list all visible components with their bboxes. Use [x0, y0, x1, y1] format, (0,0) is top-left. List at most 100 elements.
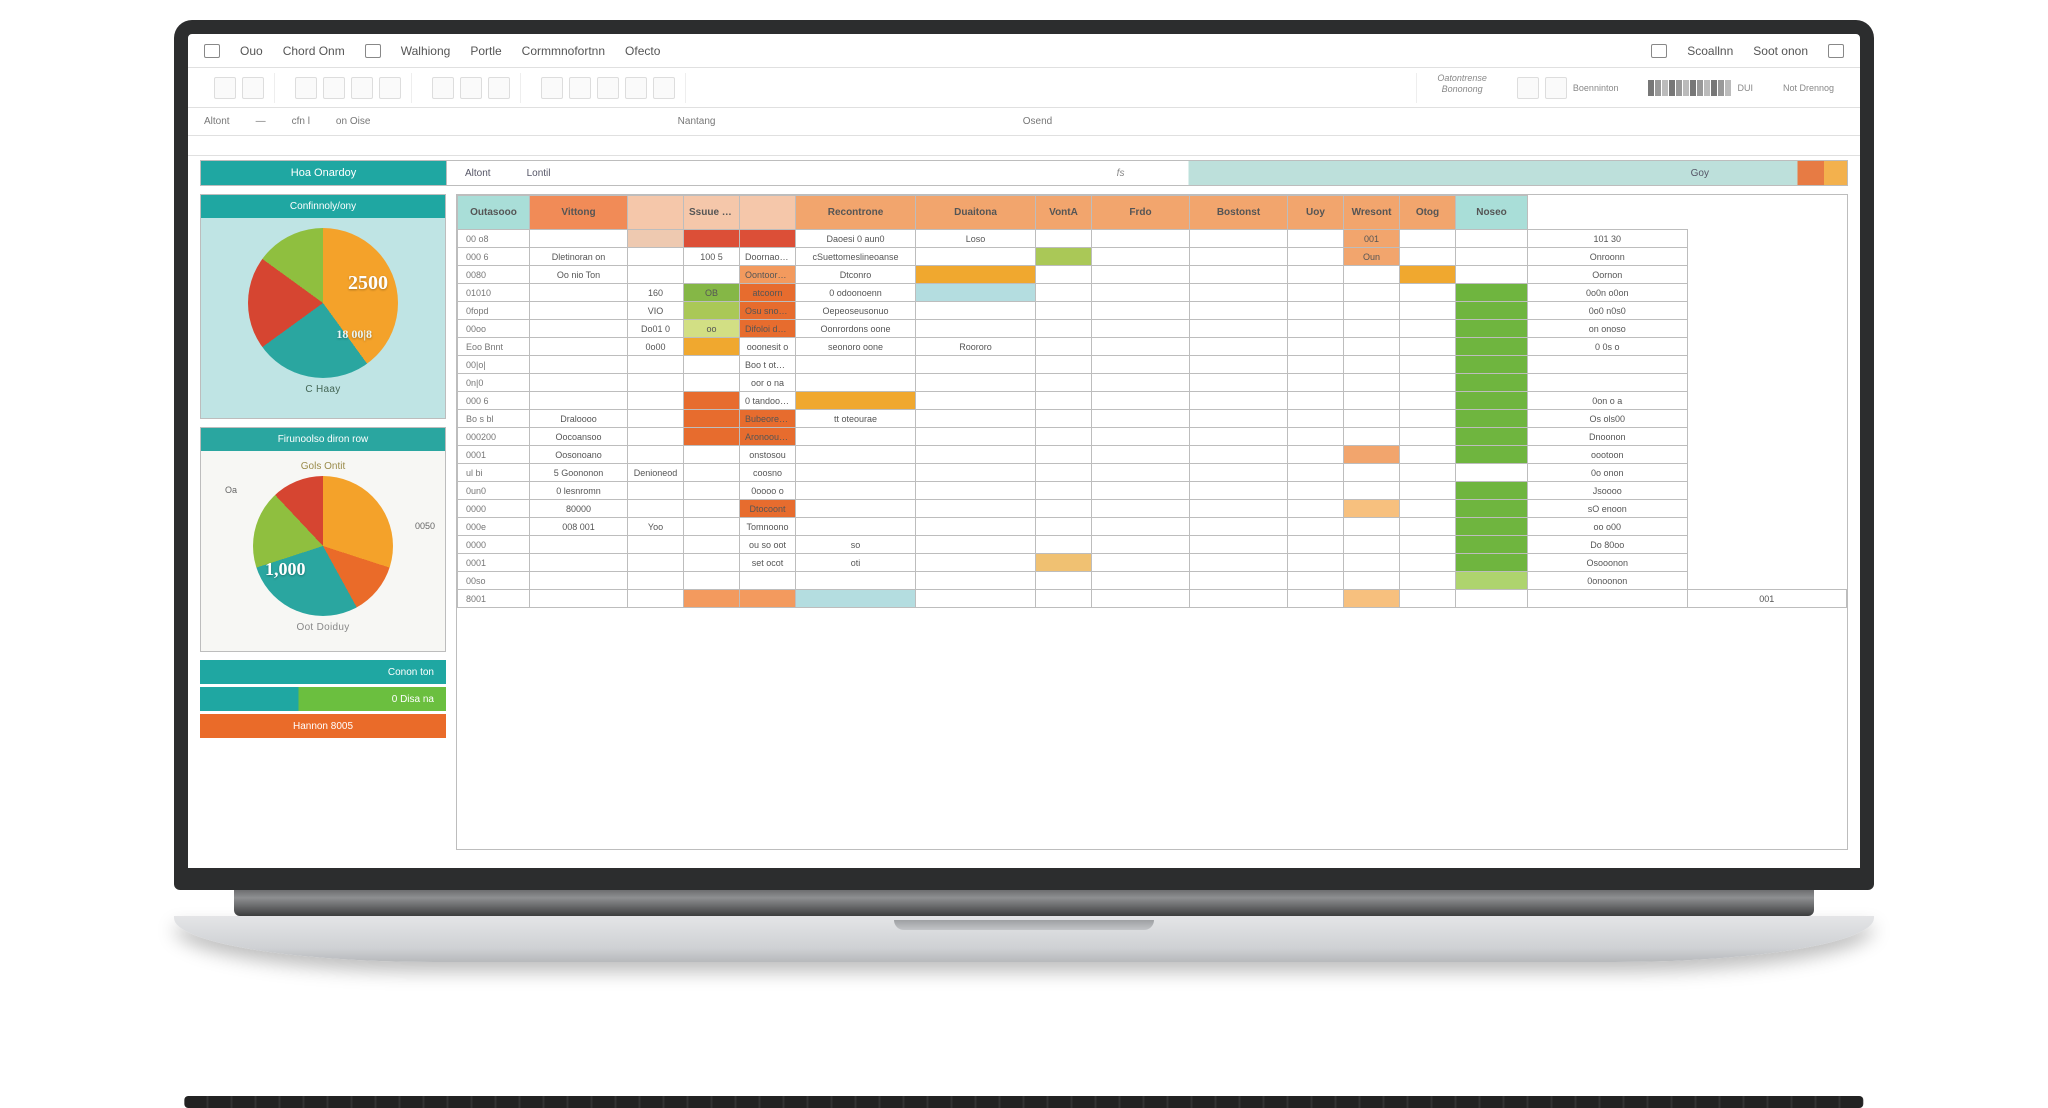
cell[interactable]	[628, 248, 684, 266]
table-row[interactable]: 8001001	[458, 590, 1847, 608]
data-table[interactable]: OutasoooVittongSsuue OultonueRecontroneD…	[456, 194, 1848, 850]
legend-button[interactable]: Hannon 8005	[200, 714, 446, 738]
menu-item[interactable]: Portle	[470, 44, 501, 58]
cell[interactable]	[684, 536, 740, 554]
cell[interactable]: Oepeoseusonuo	[796, 302, 916, 320]
cell[interactable]	[1400, 536, 1456, 554]
cell[interactable]	[684, 302, 740, 320]
cell[interactable]	[1036, 590, 1092, 608]
table-row[interactable]: 0080Oo nio TonOontoorunoaDtconroOornon	[458, 266, 1847, 284]
cell[interactable]	[1036, 392, 1092, 410]
ribbon-tab[interactable]: Altont	[204, 116, 230, 127]
cell[interactable]: Oontoorunoa	[740, 266, 796, 284]
num-button[interactable]	[625, 77, 647, 99]
cell[interactable]	[1092, 410, 1190, 428]
cell[interactable]	[628, 392, 684, 410]
cell[interactable]	[916, 266, 1036, 284]
cell[interactable]: OB	[684, 284, 740, 302]
cell[interactable]	[628, 230, 684, 248]
cell[interactable]	[628, 410, 684, 428]
table-row[interactable]: 000 6Dletinoran on100 5DoornaosuaecSuett…	[458, 248, 1847, 266]
cell[interactable]	[1456, 230, 1528, 248]
cell[interactable]	[1092, 302, 1190, 320]
cell[interactable]	[1344, 266, 1400, 284]
cell[interactable]: Bubeoreoause	[740, 410, 796, 428]
cell[interactable]	[684, 590, 740, 608]
cell[interactable]	[916, 284, 1036, 302]
row-id-cell[interactable]: 0001	[458, 554, 530, 572]
cell[interactable]	[684, 356, 740, 374]
cell[interactable]	[1036, 446, 1092, 464]
cell[interactable]: 80000	[530, 500, 628, 518]
cell[interactable]	[1288, 392, 1344, 410]
cell[interactable]	[1400, 230, 1456, 248]
cell[interactable]	[1400, 464, 1456, 482]
column-header[interactable]: Uoy	[1288, 196, 1344, 230]
cell[interactable]	[684, 518, 740, 536]
cell[interactable]	[1288, 536, 1344, 554]
cell[interactable]: 0onoonon	[1528, 572, 1688, 590]
cell[interactable]	[1400, 374, 1456, 392]
cell[interactable]	[1288, 320, 1344, 338]
legend-button[interactable]: Conon ton	[200, 660, 446, 684]
cell[interactable]	[1456, 572, 1528, 590]
table-row[interactable]: Bo s blDralooooBubeoreoausett oteouraeOs…	[458, 410, 1847, 428]
cell[interactable]	[916, 410, 1036, 428]
cell[interactable]	[1288, 572, 1344, 590]
cell[interactable]	[684, 446, 740, 464]
cell[interactable]	[1092, 374, 1190, 392]
column-header[interactable]: Bostonst	[1190, 196, 1288, 230]
cell[interactable]	[1036, 482, 1092, 500]
cell[interactable]	[1344, 500, 1400, 518]
cell[interactable]: oor o na	[740, 374, 796, 392]
cell[interactable]	[530, 284, 628, 302]
cell[interactable]	[1400, 590, 1456, 608]
column-header[interactable]: Ssuue Oultonue	[684, 196, 740, 230]
table-row[interactable]: 0000ou so ootsoDo 80oo	[458, 536, 1847, 554]
row-id-cell[interactable]: 0fopd	[458, 302, 530, 320]
row-id-cell[interactable]: 000200	[458, 428, 530, 446]
cell[interactable]	[684, 428, 740, 446]
cell[interactable]	[1344, 284, 1400, 302]
cell[interactable]: 101 30	[1528, 230, 1688, 248]
color-swatch-strip[interactable]	[1648, 80, 1731, 96]
cell[interactable]	[1036, 320, 1092, 338]
cell[interactable]	[796, 500, 916, 518]
cell[interactable]: ooonesit o	[740, 338, 796, 356]
cell[interactable]: Loso	[916, 230, 1036, 248]
cell[interactable]	[1190, 374, 1288, 392]
column-header[interactable]: Otog	[1400, 196, 1456, 230]
cell[interactable]	[1344, 302, 1400, 320]
cell[interactable]	[628, 266, 684, 284]
cell[interactable]	[1400, 500, 1456, 518]
cell[interactable]: coosno	[740, 464, 796, 482]
cell[interactable]	[796, 590, 916, 608]
row-id-cell[interactable]: 000e	[458, 518, 530, 536]
cell[interactable]	[628, 536, 684, 554]
cell[interactable]	[1288, 356, 1344, 374]
cell[interactable]	[1092, 230, 1190, 248]
cell[interactable]	[628, 482, 684, 500]
cell[interactable]	[628, 500, 684, 518]
font-button[interactable]	[351, 77, 373, 99]
cell[interactable]	[628, 572, 684, 590]
cell[interactable]	[684, 266, 740, 284]
cell[interactable]	[1190, 428, 1288, 446]
cell[interactable]: 0oooo o	[740, 482, 796, 500]
cell[interactable]	[1288, 266, 1344, 284]
cell[interactable]: Oocoansoo	[530, 428, 628, 446]
cell[interactable]: ou so oot	[740, 536, 796, 554]
row-id-cell[interactable]: 000 6	[458, 392, 530, 410]
cell[interactable]	[530, 230, 628, 248]
cell[interactable]	[1036, 410, 1092, 428]
cell[interactable]	[1456, 302, 1528, 320]
cell[interactable]	[1190, 446, 1288, 464]
cell[interactable]	[1092, 554, 1190, 572]
cell[interactable]	[1092, 248, 1190, 266]
cell[interactable]: Dtconro	[796, 266, 916, 284]
cell[interactable]	[684, 230, 740, 248]
cell[interactable]	[530, 302, 628, 320]
cell[interactable]: sO enoon	[1528, 500, 1688, 518]
cell[interactable]	[628, 428, 684, 446]
table-row[interactable]: 0n|0oor o na	[458, 374, 1847, 392]
